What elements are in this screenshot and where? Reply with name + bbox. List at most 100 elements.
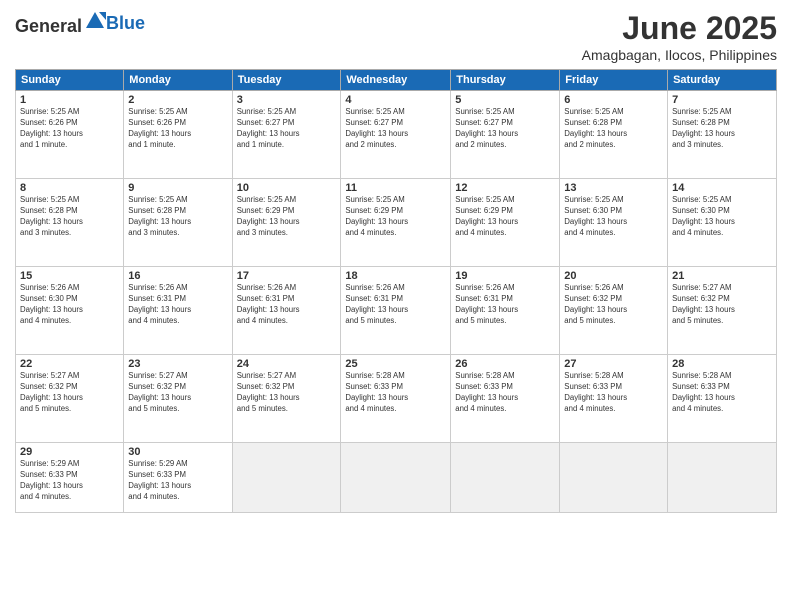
day-info: Sunrise: 5:27 AM Sunset: 6:32 PM Dayligh…	[20, 371, 119, 415]
table-row: 10Sunrise: 5:25 AM Sunset: 6:29 PM Dayli…	[232, 179, 341, 267]
day-number: 3	[237, 94, 337, 106]
day-number: 13	[564, 182, 663, 194]
day-info: Sunrise: 5:25 AM Sunset: 6:26 PM Dayligh…	[128, 107, 227, 151]
day-info: Sunrise: 5:25 AM Sunset: 6:30 PM Dayligh…	[672, 195, 772, 239]
day-number: 9	[128, 182, 227, 194]
day-number: 12	[455, 182, 555, 194]
table-row: 18Sunrise: 5:26 AM Sunset: 6:31 PM Dayli…	[341, 267, 451, 355]
day-number: 26	[455, 358, 555, 370]
day-info: Sunrise: 5:25 AM Sunset: 6:28 PM Dayligh…	[128, 195, 227, 239]
table-row: 20Sunrise: 5:26 AM Sunset: 6:32 PM Dayli…	[560, 267, 668, 355]
table-row: 15Sunrise: 5:26 AM Sunset: 6:30 PM Dayli…	[16, 267, 124, 355]
table-row: 21Sunrise: 5:27 AM Sunset: 6:32 PM Dayli…	[668, 267, 777, 355]
day-info: Sunrise: 5:28 AM Sunset: 6:33 PM Dayligh…	[455, 371, 555, 415]
table-row	[341, 443, 451, 513]
logo-general: General	[15, 16, 82, 36]
table-row: 8Sunrise: 5:25 AM Sunset: 6:28 PM Daylig…	[16, 179, 124, 267]
day-info: Sunrise: 5:27 AM Sunset: 6:32 PM Dayligh…	[237, 371, 337, 415]
day-info: Sunrise: 5:26 AM Sunset: 6:31 PM Dayligh…	[345, 283, 446, 327]
table-row: 6Sunrise: 5:25 AM Sunset: 6:28 PM Daylig…	[560, 91, 668, 179]
table-row: 24Sunrise: 5:27 AM Sunset: 6:32 PM Dayli…	[232, 355, 341, 443]
table-row: 12Sunrise: 5:25 AM Sunset: 6:29 PM Dayli…	[451, 179, 560, 267]
day-number: 7	[672, 94, 772, 106]
day-info: Sunrise: 5:26 AM Sunset: 6:31 PM Dayligh…	[237, 283, 337, 327]
col-monday: Monday	[124, 70, 232, 91]
location-title: Amagbagan, Ilocos, Philippines	[582, 47, 777, 63]
table-row: 30Sunrise: 5:29 AM Sunset: 6:33 PM Dayli…	[124, 443, 232, 513]
day-info: Sunrise: 5:25 AM Sunset: 6:27 PM Dayligh…	[455, 107, 555, 151]
day-number: 19	[455, 270, 555, 282]
day-number: 2	[128, 94, 227, 106]
table-row: 3Sunrise: 5:25 AM Sunset: 6:27 PM Daylig…	[232, 91, 341, 179]
day-number: 11	[345, 182, 446, 194]
col-thursday: Thursday	[451, 70, 560, 91]
day-number: 23	[128, 358, 227, 370]
table-row: 9Sunrise: 5:25 AM Sunset: 6:28 PM Daylig…	[124, 179, 232, 267]
table-row: 25Sunrise: 5:28 AM Sunset: 6:33 PM Dayli…	[341, 355, 451, 443]
table-row: 28Sunrise: 5:28 AM Sunset: 6:33 PM Dayli…	[668, 355, 777, 443]
table-row	[668, 443, 777, 513]
day-info: Sunrise: 5:25 AM Sunset: 6:28 PM Dayligh…	[20, 195, 119, 239]
day-number: 14	[672, 182, 772, 194]
logo-icon	[84, 10, 106, 32]
day-info: Sunrise: 5:28 AM Sunset: 6:33 PM Dayligh…	[564, 371, 663, 415]
table-row	[451, 443, 560, 513]
table-row: 13Sunrise: 5:25 AM Sunset: 6:30 PM Dayli…	[560, 179, 668, 267]
table-row: 19Sunrise: 5:26 AM Sunset: 6:31 PM Dayli…	[451, 267, 560, 355]
day-number: 15	[20, 270, 119, 282]
table-row: 5Sunrise: 5:25 AM Sunset: 6:27 PM Daylig…	[451, 91, 560, 179]
day-number: 10	[237, 182, 337, 194]
day-info: Sunrise: 5:25 AM Sunset: 6:30 PM Dayligh…	[564, 195, 663, 239]
table-row: 4Sunrise: 5:25 AM Sunset: 6:27 PM Daylig…	[341, 91, 451, 179]
table-row: 26Sunrise: 5:28 AM Sunset: 6:33 PM Dayli…	[451, 355, 560, 443]
day-info: Sunrise: 5:25 AM Sunset: 6:28 PM Dayligh…	[564, 107, 663, 151]
table-row: 7Sunrise: 5:25 AM Sunset: 6:28 PM Daylig…	[668, 91, 777, 179]
day-number: 21	[672, 270, 772, 282]
table-row: 22Sunrise: 5:27 AM Sunset: 6:32 PM Dayli…	[16, 355, 124, 443]
table-row: 17Sunrise: 5:26 AM Sunset: 6:31 PM Dayli…	[232, 267, 341, 355]
logo-blue: Blue	[106, 13, 145, 33]
day-number: 17	[237, 270, 337, 282]
col-friday: Friday	[560, 70, 668, 91]
day-number: 20	[564, 270, 663, 282]
day-number: 6	[564, 94, 663, 106]
table-row: 29Sunrise: 5:29 AM Sunset: 6:33 PM Dayli…	[16, 443, 124, 513]
day-info: Sunrise: 5:26 AM Sunset: 6:31 PM Dayligh…	[455, 283, 555, 327]
table-row: 23Sunrise: 5:27 AM Sunset: 6:32 PM Dayli…	[124, 355, 232, 443]
day-number: 8	[20, 182, 119, 194]
day-info: Sunrise: 5:25 AM Sunset: 6:26 PM Dayligh…	[20, 107, 119, 151]
logo: General Blue	[15, 10, 145, 37]
page: General Blue June 2025 Amagbagan, Ilocos…	[0, 0, 792, 612]
day-info: Sunrise: 5:25 AM Sunset: 6:27 PM Dayligh…	[237, 107, 337, 151]
month-title: June 2025	[582, 10, 777, 47]
col-tuesday: Tuesday	[232, 70, 341, 91]
col-saturday: Saturday	[668, 70, 777, 91]
day-number: 25	[345, 358, 446, 370]
table-row	[560, 443, 668, 513]
day-info: Sunrise: 5:26 AM Sunset: 6:31 PM Dayligh…	[128, 283, 227, 327]
table-row: 16Sunrise: 5:26 AM Sunset: 6:31 PM Dayli…	[124, 267, 232, 355]
day-info: Sunrise: 5:28 AM Sunset: 6:33 PM Dayligh…	[345, 371, 446, 415]
day-info: Sunrise: 5:25 AM Sunset: 6:29 PM Dayligh…	[455, 195, 555, 239]
day-info: Sunrise: 5:25 AM Sunset: 6:29 PM Dayligh…	[237, 195, 337, 239]
day-info: Sunrise: 5:26 AM Sunset: 6:32 PM Dayligh…	[564, 283, 663, 327]
header: General Blue June 2025 Amagbagan, Ilocos…	[15, 10, 777, 63]
day-number: 16	[128, 270, 227, 282]
day-number: 30	[128, 446, 227, 458]
day-info: Sunrise: 5:29 AM Sunset: 6:33 PM Dayligh…	[128, 459, 227, 503]
title-area: June 2025 Amagbagan, Ilocos, Philippines	[582, 10, 777, 63]
day-number: 22	[20, 358, 119, 370]
table-row: 11Sunrise: 5:25 AM Sunset: 6:29 PM Dayli…	[341, 179, 451, 267]
calendar-table: Sunday Monday Tuesday Wednesday Thursday…	[15, 69, 777, 513]
day-number: 5	[455, 94, 555, 106]
day-number: 24	[237, 358, 337, 370]
day-number: 4	[345, 94, 446, 106]
day-number: 29	[20, 446, 119, 458]
day-number: 27	[564, 358, 663, 370]
day-number: 18	[345, 270, 446, 282]
day-info: Sunrise: 5:27 AM Sunset: 6:32 PM Dayligh…	[672, 283, 772, 327]
day-info: Sunrise: 5:29 AM Sunset: 6:33 PM Dayligh…	[20, 459, 119, 503]
table-row	[232, 443, 341, 513]
col-sunday: Sunday	[16, 70, 124, 91]
table-row: 14Sunrise: 5:25 AM Sunset: 6:30 PM Dayli…	[668, 179, 777, 267]
